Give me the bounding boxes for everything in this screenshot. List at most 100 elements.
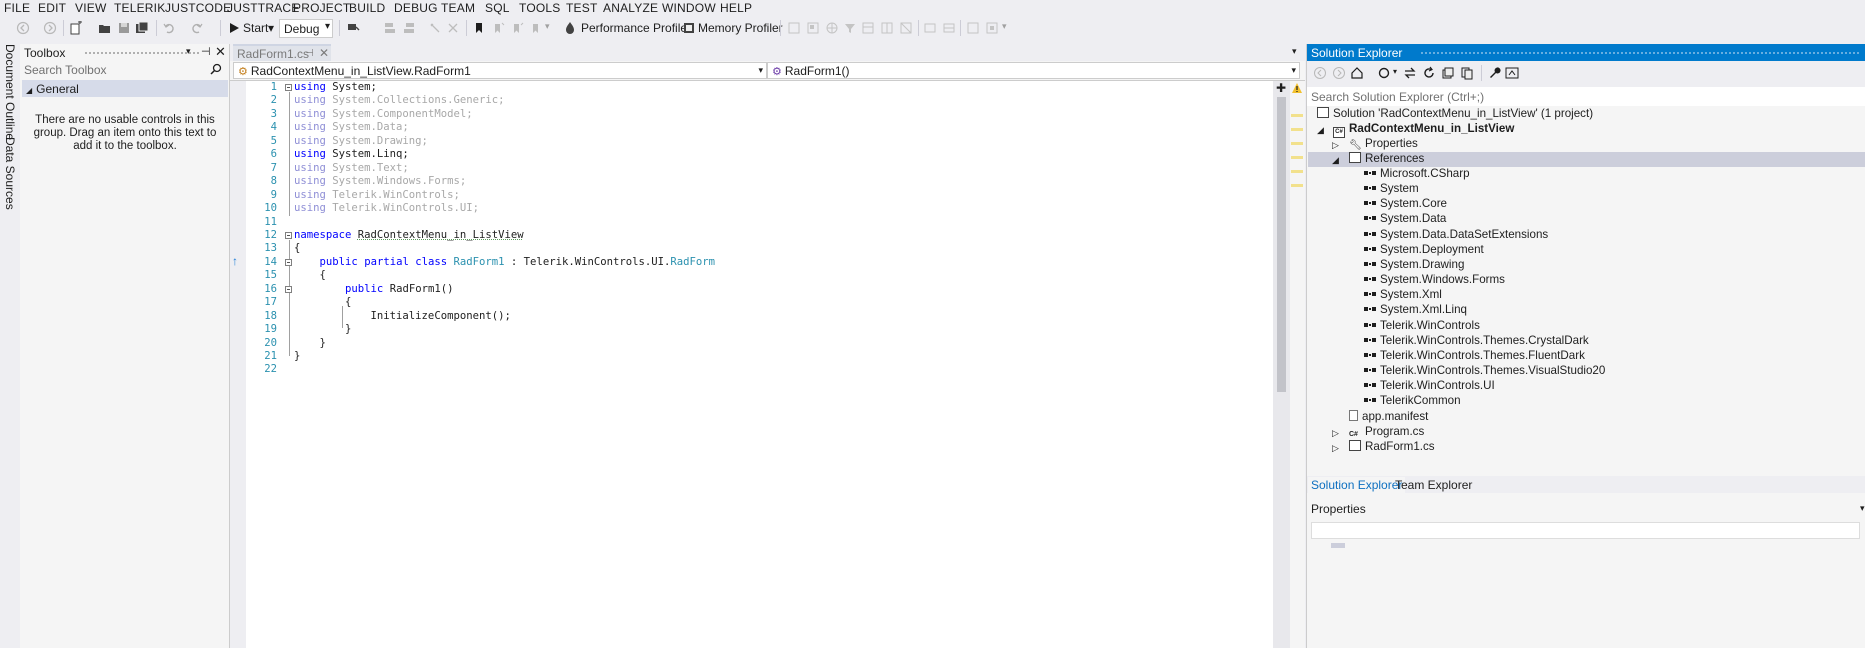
- code-editor[interactable]: ↑ 1 using System; 2 using System.Collection…: [230, 81, 1305, 648]
- pending-changes-filter-icon[interactable]: [1377, 66, 1391, 80]
- tree-item-reference[interactable]: System.Xml.Linq: [1364, 303, 1467, 318]
- chevron-down-icon[interactable]: ▾: [1002, 21, 1007, 32]
- collapsed-triangle-icon[interactable]: ▷: [1332, 428, 1339, 439]
- tree-item-reference[interactable]: Telerik.WinControls.Themes.FluentDark: [1364, 349, 1585, 364]
- type-navigation-select[interactable]: ⚙ RadContextMenu_in_ListView.RadForm1 ▾: [233, 62, 767, 79]
- scrollbar-thumb[interactable]: [1277, 97, 1286, 392]
- member-navigation-select[interactable]: ⚙ RadForm1() ▾: [767, 62, 1300, 79]
- tree-item-reference[interactable]: System.Windows.Forms: [1364, 273, 1505, 288]
- expanded-triangle-icon[interactable]: ◢: [1317, 125, 1324, 136]
- menu-analyze[interactable]: ANALYZE: [603, 1, 658, 15]
- tree-item-solution[interactable]: Solution 'RadContextMenu_in_ListView' (1…: [1317, 107, 1593, 122]
- menu-justcode[interactable]: JUSTCODE: [165, 1, 231, 15]
- tree-item-reference[interactable]: TelerikCommon: [1364, 394, 1461, 409]
- tree-item-program-cs[interactable]: C# Program.cs: [1349, 425, 1424, 440]
- overview-margin[interactable]: [1290, 81, 1305, 648]
- forward-icon[interactable]: [1332, 66, 1346, 80]
- tab-document-outline[interactable]: Document Outline: [3, 44, 17, 140]
- chevron-down-icon[interactable]: ▾: [1860, 503, 1865, 514]
- tree-item-reference[interactable]: Telerik.WinControls.Themes.CrystalDark: [1364, 334, 1589, 349]
- tree-item-reference[interactable]: System.Core: [1364, 197, 1447, 212]
- expanded-triangle-icon[interactable]: ◢: [1332, 155, 1339, 166]
- home-icon[interactable]: [1350, 66, 1364, 80]
- toolbox-group-general[interactable]: ◢ General: [22, 80, 228, 97]
- bookmark-icon[interactable]: [472, 21, 486, 35]
- collapse-region-icon[interactable]: [285, 232, 292, 239]
- chevron-down-icon[interactable]: ▾: [268, 21, 274, 35]
- collapse-region-icon[interactable]: [285, 259, 292, 266]
- collapse-all-icon[interactable]: [1441, 66, 1455, 80]
- menu-build[interactable]: BUILD: [349, 1, 385, 15]
- collapse-region-icon[interactable]: [285, 286, 292, 293]
- chevron-down-icon[interactable]: ▾: [545, 21, 550, 32]
- tab-data-sources[interactable]: Data Sources: [3, 137, 17, 210]
- glyph-margin[interactable]: [230, 81, 246, 648]
- tree-item-reference[interactable]: System.Data: [1364, 212, 1446, 227]
- show-all-files-icon[interactable]: [1460, 66, 1474, 80]
- menu-view[interactable]: VIEW: [75, 1, 106, 15]
- back-icon[interactable]: [16, 21, 30, 35]
- vertical-scrollbar[interactable]: ✚: [1273, 81, 1290, 648]
- undo-icon[interactable]: [162, 21, 176, 35]
- tree-item-radform1-cs[interactable]: RadForm1.cs: [1349, 440, 1435, 455]
- tree-item-reference[interactable]: System.Data.DataSetExtensions: [1364, 228, 1548, 243]
- menu-debug[interactable]: DEBUG: [394, 1, 438, 15]
- attach-process-icon[interactable]: [346, 21, 360, 35]
- sync-icon[interactable]: [1403, 66, 1417, 80]
- tree-item-reference[interactable]: Telerik.WinControls.Themes.VisualStudio2…: [1364, 364, 1605, 379]
- tree-item-reference[interactable]: System.Deployment: [1364, 243, 1484, 258]
- categorized-icon[interactable]: [1331, 542, 1345, 548]
- tree-item-app-manifest[interactable]: app.manifest: [1349, 410, 1428, 425]
- redo-icon[interactable]: [190, 21, 204, 35]
- properties-object-select[interactable]: [1311, 522, 1860, 539]
- menu-file[interactable]: FILE: [4, 1, 30, 15]
- menu-justtrace[interactable]: JUSTTRACE: [227, 1, 299, 15]
- tree-item-reference[interactable]: System.Xml: [1364, 288, 1442, 303]
- tab-solution-explorer[interactable]: Solution Explorer: [1308, 477, 1405, 493]
- performance-profiler-button[interactable]: Performance Profiler: [581, 21, 691, 35]
- chevron-down-icon[interactable]: ▾: [1393, 67, 1397, 76]
- preview-selected-items-icon[interactable]: [1505, 66, 1519, 80]
- navigate-up-arrow-icon[interactable]: ↑: [232, 254, 238, 268]
- close-icon[interactable]: ✕: [319, 46, 329, 60]
- tree-item-references[interactable]: References: [1349, 152, 1424, 167]
- menu-sql[interactable]: SQL: [485, 1, 510, 15]
- pin-icon[interactable]: ⊣: [305, 48, 314, 59]
- collapsed-triangle-icon[interactable]: ▷: [1332, 443, 1339, 454]
- back-icon[interactable]: [1313, 66, 1327, 80]
- solution-configuration-select[interactable]: Debug ▾: [279, 19, 333, 38]
- tree-item-reference[interactable]: System: [1364, 182, 1419, 197]
- tree-item-project[interactable]: C# RadContextMenu_in_ListView: [1333, 122, 1514, 137]
- forward-icon[interactable]: [43, 21, 57, 35]
- pin-icon[interactable]: ⊣: [201, 45, 211, 58]
- tab-radform1-cs[interactable]: RadForm1.cs ⊣ ✕: [233, 44, 331, 61]
- toolbox-search-input[interactable]: Search Toolbox: [20, 60, 228, 80]
- menu-test[interactable]: TEST: [566, 1, 597, 15]
- properties-wrench-icon[interactable]: [1487, 66, 1501, 80]
- menu-tools[interactable]: TOOLS: [519, 1, 560, 15]
- menu-edit[interactable]: EDIT: [38, 1, 66, 15]
- chevron-down-icon[interactable]: ▾: [186, 46, 191, 57]
- new-project-icon[interactable]: [69, 21, 83, 35]
- solution-explorer-search-input[interactable]: Search Solution Explorer (Ctrl+;): [1307, 87, 1865, 106]
- collapse-region-icon[interactable]: [285, 84, 292, 91]
- open-file-icon[interactable]: [98, 21, 112, 35]
- menu-team[interactable]: TEAM: [441, 1, 475, 15]
- tree-item-reference[interactable]: System.Drawing: [1364, 258, 1464, 273]
- save-all-icon[interactable]: [135, 21, 149, 35]
- tab-team-explorer[interactable]: Team Explorer: [1392, 477, 1475, 493]
- menu-window[interactable]: WINDOW: [662, 1, 716, 15]
- menu-telerik[interactable]: TELERIK: [114, 1, 165, 15]
- chevron-down-icon[interactable]: ▾: [1292, 46, 1297, 57]
- start-debug-icon[interactable]: [227, 21, 241, 35]
- save-icon[interactable]: [117, 21, 131, 35]
- collapsed-triangle-icon[interactable]: ▷: [1332, 140, 1339, 151]
- start-button[interactable]: Start: [243, 21, 268, 35]
- refresh-icon[interactable]: [1422, 66, 1436, 80]
- menu-project[interactable]: PROJECT: [293, 1, 350, 15]
- split-editor-icon[interactable]: ✚: [1276, 81, 1286, 95]
- memory-profiler-button[interactable]: Memory Profiler: [698, 21, 783, 35]
- tree-item-reference[interactable]: Microsoft.CSharp: [1364, 167, 1470, 182]
- menu-help[interactable]: HELP: [720, 1, 752, 15]
- tree-item-properties[interactable]: 🔧︎ Properties: [1349, 137, 1418, 152]
